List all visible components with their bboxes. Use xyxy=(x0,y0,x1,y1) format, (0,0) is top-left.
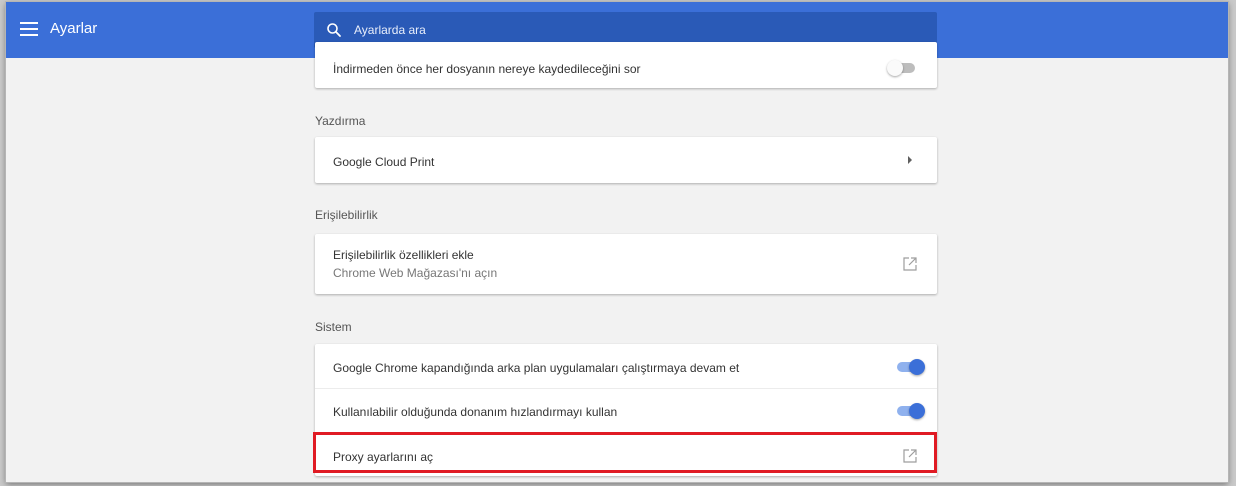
accessibility-card: Erişilebilirlik özellikleri ekle Chrome … xyxy=(315,234,937,294)
ask-download-location-label: İndirmeden önce her dosyanın nereye kayd… xyxy=(333,62,641,76)
ask-download-location-toggle[interactable] xyxy=(887,60,919,76)
open-web-store-sublabel: Chrome Web Mağazası'nı açın xyxy=(333,266,498,280)
search-icon xyxy=(327,23,341,37)
google-cloud-print-label: Google Cloud Print xyxy=(333,155,435,169)
add-accessibility-features-label: Erişilebilirlik özellikleri ekle xyxy=(333,248,474,262)
section-title-accessibility: Erişilebilirlik xyxy=(315,208,378,222)
hardware-acceleration-row[interactable]: Kullanılabilir olduğunda donanım hızland… xyxy=(315,389,937,432)
chevron-right-icon[interactable] xyxy=(908,156,912,164)
hamburger-menu-icon[interactable] xyxy=(20,22,38,36)
section-title-system: Sistem xyxy=(315,320,352,334)
background-apps-toggle[interactable] xyxy=(895,359,927,375)
highlight-box xyxy=(313,432,937,473)
add-accessibility-features-row[interactable]: Erişilebilirlik özellikleri ekle Chrome … xyxy=(315,234,937,294)
printing-card: Google Cloud Print xyxy=(315,137,937,183)
hardware-acceleration-toggle[interactable] xyxy=(895,403,927,419)
background-apps-row[interactable]: Google Chrome kapandığında arka plan uyg… xyxy=(315,344,937,388)
settings-window: Ayarlar İndirmeden önce her dosyanın ner… xyxy=(6,2,1228,482)
page-title: Ayarlar xyxy=(50,20,98,37)
ask-download-location-row[interactable]: İndirmeden önce her dosyanın nereye kayd… xyxy=(315,42,937,88)
background-apps-label: Google Chrome kapandığında arka plan uyg… xyxy=(333,361,740,375)
downloads-card: İndirmeden önce her dosyanın nereye kayd… xyxy=(315,42,937,88)
hardware-acceleration-label: Kullanılabilir olduğunda donanım hızland… xyxy=(333,405,618,419)
section-title-printing: Yazdırma xyxy=(315,114,366,128)
google-cloud-print-row[interactable]: Google Cloud Print xyxy=(315,137,937,183)
external-link-icon[interactable] xyxy=(903,257,917,271)
